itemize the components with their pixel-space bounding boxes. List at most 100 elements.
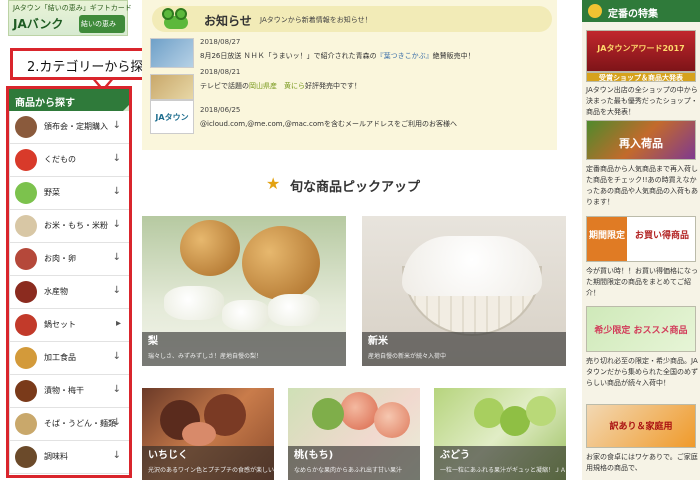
- category-thumbnail-icon: [15, 281, 37, 303]
- category-thumbnail-icon: [15, 314, 37, 336]
- gift-card-banner[interactable]: JAタウン「結いの恵み」ギフトカード JAバンク 結いの恵み: [8, 0, 132, 36]
- expand-arrow-icon[interactable]: ↓: [113, 219, 121, 230]
- expand-arrow-icon[interactable]: ↓: [113, 186, 121, 197]
- restock-banner-text: 再入荷品: [619, 137, 663, 150]
- category-panel: 商品から探す 頒布会・定期購入 ↓ くだもの ↓ 野菜 ↓ お米・もち・米粉 ↓ お肉・卵 ↓ 水産…: [6, 86, 132, 478]
- category-panel-title-text: 商品から探す: [15, 98, 75, 109]
- news-thumbnail: [150, 74, 194, 100]
- notice-subtitle: JAタウンから新着情報をお知らせ！: [260, 16, 372, 24]
- category-item[interactable]: 鍋セット ▸: [10, 309, 129, 342]
- category-thumbnail-icon: [15, 413, 37, 435]
- expand-arrow-icon[interactable]: ▸: [116, 318, 121, 329]
- category-panel-title: 商品から探す: [9, 89, 129, 111]
- category-item[interactable]: お米・もち・米粉 ↓: [10, 210, 129, 243]
- category-item-label: お肉・卵: [44, 254, 76, 263]
- category-item-label: 調味料: [44, 452, 68, 461]
- outlet-banner-text: 訳あり＆家庭用: [609, 422, 673, 432]
- news-text[interactable]: テレビで話題の岡山県産 黄にら好評発売中です！: [200, 81, 361, 91]
- notice-header: お知らせ JAタウンから新着情報をお知らせ！: [152, 6, 552, 32]
- category-thumbnail-icon: [15, 149, 37, 171]
- category-item-label: 水産物: [44, 287, 68, 296]
- expand-arrow-icon[interactable]: ↓: [113, 417, 121, 428]
- award-banner-text: JAタウンアワード2017: [597, 44, 685, 53]
- news-thumbnail: [150, 38, 194, 68]
- product-name: ぶどう: [440, 450, 470, 461]
- expand-arrow-icon[interactable]: ↓: [113, 252, 121, 263]
- news-text[interactable]: 8月26日放送 ＮＨＫ「うまいッ！」で紹介された青森の『葉つきこかぶ』絶賛販売中…: [200, 51, 475, 61]
- limited-tag: 期間限定: [587, 217, 627, 261]
- frog-icon: [162, 8, 190, 30]
- ja-town-logo: JAタウン: [150, 100, 194, 134]
- category-item-label: くだもの: [44, 155, 76, 164]
- product-card-fig[interactable]: いちじく 光沢のあるワイン色とプチプチの食感が楽しい: [142, 388, 274, 480]
- product-desc: 産地自慢の新米が続々入荷中: [368, 353, 447, 360]
- recommend-banner-text: 希少限定 おススメ商品: [594, 326, 688, 336]
- limited-time-banner[interactable]: 期間限定 お買い得商品: [586, 216, 696, 262]
- category-item[interactable]: そば・うどん・麺類 ↓: [10, 408, 129, 441]
- category-thumbnail-icon: [15, 248, 37, 270]
- category-callout-text: 2.カテゴリーから探す: [27, 60, 157, 75]
- right-sidebar-title: 定番の特集: [582, 0, 700, 22]
- page: JAタウン「結いの恵み」ギフトカード JAバンク 結いの恵み 2.カテゴリーから…: [0, 0, 700, 480]
- pickup-title: 旬な商品ピックアップ: [290, 180, 421, 195]
- product-name: いちじく: [148, 450, 188, 461]
- right-sidebar: 定番の特集 JAタウンアワード2017 受賞ショップ＆商品大発表 JAタウン出店…: [582, 0, 700, 480]
- product-card-peach[interactable]: 桃(もち) なめらかな果肉からあふれ出す甘い果汁: [288, 388, 420, 480]
- category-thumbnail-icon: [15, 347, 37, 369]
- star-icon: ★: [266, 174, 281, 193]
- expand-arrow-icon[interactable]: ↓: [113, 351, 121, 362]
- product-card-grape[interactable]: ぶどう 一粒一粒にあふれる果汁がギュッと凝縮！ＪＡタウンで人気の品種を: [434, 388, 566, 480]
- category-item[interactable]: 頒布会・定期購入 ↓: [10, 111, 129, 144]
- product-desc: 光沢のあるワイン色とプチプチの食感が楽しい: [148, 467, 274, 474]
- limited-banner-text: お買い得商品: [634, 231, 689, 241]
- product-desc: なめらかな果肉からあふれ出す甘い果汁: [294, 467, 403, 474]
- category-item-label: 野菜: [44, 188, 60, 197]
- news-text[interactable]: @icloud.com,@me.com,@mac.comを含むメールアドレスをご…: [200, 119, 457, 129]
- category-item[interactable]: 調味料 ↓: [10, 441, 129, 474]
- right-sidebar-title-text: 定番の特集: [608, 9, 658, 20]
- award-banner[interactable]: JAタウンアワード2017: [586, 30, 696, 72]
- product-desc: 瑞々しさ、みずみずしさ！産地自慢の梨！: [148, 353, 263, 360]
- category-item-label: 鍋セット: [44, 320, 76, 329]
- gift-card-badge-text: 結いの恵み: [81, 20, 116, 28]
- news-date: 2018/08/21: [200, 68, 241, 76]
- category-thumbnail-icon: [15, 380, 37, 402]
- category-item[interactable]: 野菜 ↓: [10, 177, 129, 210]
- category-item-label: お米・もち・米粉: [44, 221, 108, 230]
- category-thumbnail-icon: [15, 182, 37, 204]
- gift-card-badge: 結いの恵み: [79, 15, 125, 33]
- category-list: 頒布会・定期購入 ↓ くだもの ↓ 野菜 ↓ お米・もち・米粉 ↓ お肉・卵 ↓ 水産物 ↓ 鍋セット ▸…: [9, 111, 129, 474]
- expand-arrow-icon[interactable]: ↓: [113, 120, 121, 131]
- award-banner-subbar[interactable]: 受賞ショップ＆商品大発表: [586, 72, 696, 82]
- outlet-description: お家の食卓にはワケありで。ご家庭用規格の商品で、: [586, 453, 698, 472]
- category-thumbnail-icon: [15, 116, 37, 138]
- product-name: 桃(もち): [294, 450, 334, 461]
- category-item-label: 頒布会・定期購入: [44, 122, 108, 131]
- expand-arrow-icon[interactable]: ↓: [113, 285, 121, 296]
- recommend-banner[interactable]: 希少限定 おススメ商品: [586, 306, 696, 352]
- product-card-pear[interactable]: 梨 瑞々しさ、みずみずしさ！産地自慢の梨！: [142, 216, 346, 366]
- news-date: 2018/08/27: [200, 38, 241, 46]
- category-thumbnail-icon: [15, 215, 37, 237]
- limited-tag-text: 期間限定: [588, 231, 625, 241]
- expand-arrow-icon[interactable]: ↓: [113, 153, 121, 164]
- product-desc: 一粒一粒にあふれる果汁がギュッと凝縮！ＪＡタウンで人気の品種を: [440, 467, 566, 474]
- restock-banner[interactable]: 再入荷品: [586, 120, 696, 160]
- award-banner-subtext: 受賞ショップ＆商品大発表: [599, 74, 683, 82]
- category-item-label: そば・うどん・麺類: [44, 419, 116, 428]
- category-item[interactable]: 水産物 ↓: [10, 276, 129, 309]
- expand-arrow-icon[interactable]: ↓: [113, 384, 121, 395]
- expand-arrow-icon[interactable]: ↓: [113, 450, 121, 461]
- news-date: 2018/06/25: [200, 106, 241, 114]
- sun-icon: [588, 4, 602, 18]
- product-card-rice[interactable]: 新米 産地自慢の新米が続々入荷中: [362, 216, 566, 366]
- category-item[interactable]: 加工食品 ↓: [10, 342, 129, 375]
- notice-title: お知らせ: [204, 14, 252, 28]
- category-thumbnail-icon: [15, 446, 37, 468]
- category-item[interactable]: くだもの ↓: [10, 144, 129, 177]
- category-item[interactable]: 漬物・梅干 ↓: [10, 375, 129, 408]
- category-item[interactable]: お肉・卵 ↓: [10, 243, 129, 276]
- outlet-banner[interactable]: 訳あり＆家庭用: [586, 404, 696, 448]
- limited-description: 今が買い時！！お買い得価格になった期間限定の商品をまとめてご紹介！: [586, 267, 698, 297]
- restock-description: 定番商品から人気商品まで再入荷した商品をチェック!!あの時買えなかったあの商品や…: [586, 165, 698, 206]
